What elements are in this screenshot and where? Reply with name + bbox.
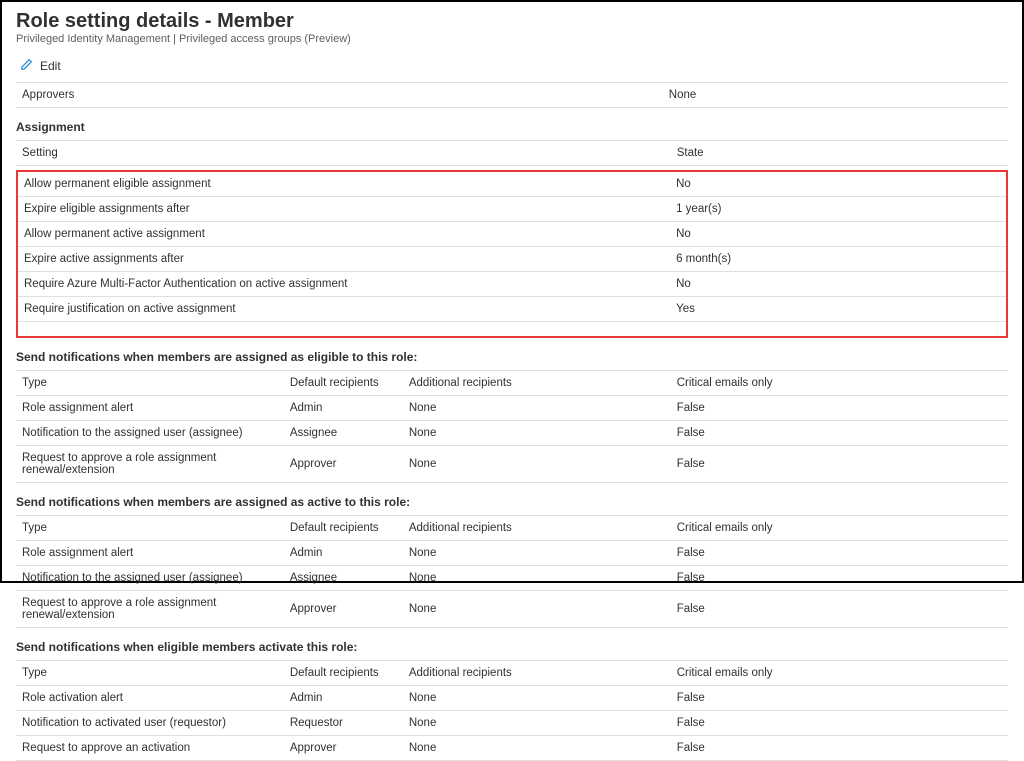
cell: None xyxy=(403,396,671,421)
assignment-state: Yes xyxy=(670,297,1006,322)
table-row: Require justification on active assignme… xyxy=(18,297,1006,322)
cell: None xyxy=(403,736,671,761)
notif-col-additional: Additional recipients xyxy=(403,516,671,541)
table-row: Role activation alertAdminNoneFalse xyxy=(16,686,1008,711)
cell: Role activation alert xyxy=(16,686,284,711)
cell: Admin xyxy=(284,541,403,566)
assignment-setting: Expire eligible assignments after xyxy=(18,197,670,222)
table-row: Allow permanent eligible assignmentNo xyxy=(18,172,1006,197)
cell: Assignee xyxy=(284,421,403,446)
table-row: Expire eligible assignments after1 year(… xyxy=(18,197,1006,222)
notif-eligible-title: Send notifications when members are assi… xyxy=(16,350,1008,364)
table-row: Request to approve a role assignment ren… xyxy=(16,591,1008,628)
cell: Admin xyxy=(284,686,403,711)
cell: False xyxy=(671,736,1008,761)
cell: False xyxy=(671,686,1008,711)
assignment-setting: Allow permanent eligible assignment xyxy=(18,172,670,197)
edit-icon xyxy=(20,57,34,74)
table-row: Notification to the assigned user (assig… xyxy=(16,421,1008,446)
assignment-table: Allow permanent eligible assignmentNo Ex… xyxy=(18,172,1006,322)
edit-label: Edit xyxy=(40,59,61,73)
assignment-setting: Require Azure Multi-Factor Authenticatio… xyxy=(18,272,670,297)
edit-button[interactable]: Edit xyxy=(16,53,61,82)
notif-active-title: Send notifications when members are assi… xyxy=(16,495,1008,509)
table-row: Request to approve a role assignment ren… xyxy=(16,446,1008,483)
assignment-state: 6 month(s) xyxy=(670,247,1006,272)
notif-col-type: Type xyxy=(16,661,284,686)
cell: None xyxy=(403,686,671,711)
cell: Approver xyxy=(284,446,403,483)
table-row: Role assignment alertAdminNoneFalse xyxy=(16,541,1008,566)
cell: Admin xyxy=(284,396,403,421)
table-row: Role assignment alertAdminNoneFalse xyxy=(16,396,1008,421)
page-title: Role setting details - Member xyxy=(16,10,1008,33)
cell: Request to approve a role assignment ren… xyxy=(16,591,284,628)
cell: Notification to the assigned user (assig… xyxy=(16,421,284,446)
assignment-state: No xyxy=(670,222,1006,247)
cell: False xyxy=(671,566,1008,591)
cell: False xyxy=(671,446,1008,483)
notif-active-table: Type Default recipients Additional recip… xyxy=(16,515,1008,628)
table-row: Notification to the assigned user (assig… xyxy=(16,566,1008,591)
table-row: Allow permanent active assignmentNo xyxy=(18,222,1006,247)
assignment-setting: Require justification on active assignme… xyxy=(18,297,670,322)
notif-col-critical: Critical emails only xyxy=(671,661,1008,686)
assignment-tbody: Allow permanent eligible assignmentNo Ex… xyxy=(18,172,1006,322)
table-row: Require Azure Multi-Factor Authenticatio… xyxy=(18,272,1006,297)
cell: Role assignment alert xyxy=(16,541,284,566)
assignment-state: 1 year(s) xyxy=(670,197,1006,222)
cell: None xyxy=(403,711,671,736)
notif-col-type: Type xyxy=(16,516,284,541)
approvers-label: Approvers xyxy=(22,89,669,101)
assignment-state: No xyxy=(670,272,1006,297)
breadcrumb: Privileged Identity Management | Privile… xyxy=(16,33,1008,45)
cell: Notification to activated user (requesto… xyxy=(16,711,284,736)
assignment-header-table: Setting State xyxy=(16,140,1008,166)
cell: Requestor xyxy=(284,711,403,736)
assignment-col-setting: Setting xyxy=(16,141,671,166)
table-row: Notification to activated user (requesto… xyxy=(16,711,1008,736)
cell: False xyxy=(671,591,1008,628)
notif-activate-title: Send notifications when eligible members… xyxy=(16,640,1008,654)
notif-col-critical: Critical emails only xyxy=(671,516,1008,541)
cell: False xyxy=(671,421,1008,446)
table-row: Expire active assignments after6 month(s… xyxy=(18,247,1006,272)
cell: False xyxy=(671,711,1008,736)
cell: Role assignment alert xyxy=(16,396,284,421)
notif-col-default: Default recipients xyxy=(284,661,403,686)
notif-col-default: Default recipients xyxy=(284,371,403,396)
cell: Approver xyxy=(284,736,403,761)
notif-col-default: Default recipients xyxy=(284,516,403,541)
notif-col-type: Type xyxy=(16,371,284,396)
assignment-setting: Expire active assignments after xyxy=(18,247,670,272)
cell: None xyxy=(403,446,671,483)
cell: Approver xyxy=(284,591,403,628)
cell: Request to approve a role assignment ren… xyxy=(16,446,284,483)
cell: None xyxy=(403,541,671,566)
cell: None xyxy=(403,591,671,628)
assignment-col-state: State xyxy=(671,141,1008,166)
cell: None xyxy=(403,421,671,446)
notif-col-additional: Additional recipients xyxy=(403,371,671,396)
cell: False xyxy=(671,541,1008,566)
notif-activate-table: Type Default recipients Additional recip… xyxy=(16,660,1008,761)
approvers-row: Approvers None xyxy=(16,82,1008,108)
table-row: Request to approve an activationApprover… xyxy=(16,736,1008,761)
assignment-setting: Allow permanent active assignment xyxy=(18,222,670,247)
notif-col-additional: Additional recipients xyxy=(403,661,671,686)
cell: None xyxy=(403,566,671,591)
cell: Notification to the assigned user (assig… xyxy=(16,566,284,591)
cell: Assignee xyxy=(284,566,403,591)
notif-eligible-table: Type Default recipients Additional recip… xyxy=(16,370,1008,483)
assignment-section-title: Assignment xyxy=(16,120,1008,134)
assignment-state: No xyxy=(670,172,1006,197)
cell: False xyxy=(671,396,1008,421)
cell: Request to approve an activation xyxy=(16,736,284,761)
notif-col-critical: Critical emails only xyxy=(671,371,1008,396)
assignment-highlight-box: Allow permanent eligible assignmentNo Ex… xyxy=(16,170,1008,338)
approvers-value: None xyxy=(669,89,1002,101)
